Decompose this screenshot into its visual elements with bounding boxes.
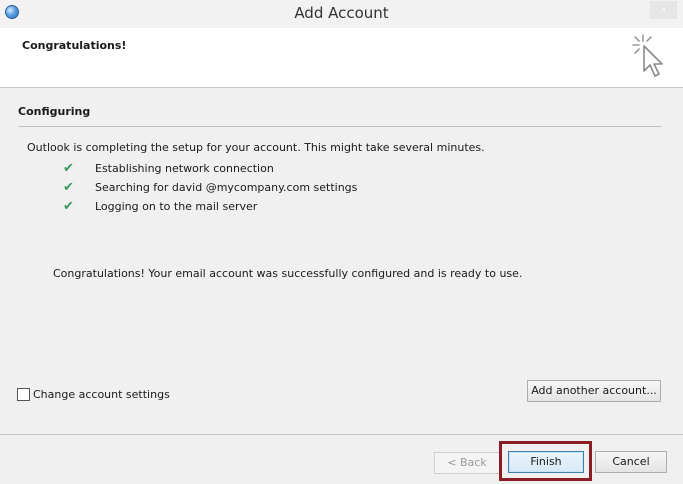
success-message: Congratulations! Your email account was …: [53, 267, 523, 280]
header-title: Congratulations!: [22, 39, 127, 52]
list-item: ✔ Logging on to the mail server: [63, 199, 257, 215]
list-item: ✔ Searching for david @mycompany.com sett…: [63, 180, 357, 196]
back-button[interactable]: < Back: [434, 452, 500, 474]
list-item: ✔ Establishing network connection: [63, 161, 274, 177]
step-label: Searching for david @mycompany.com setti…: [95, 181, 358, 194]
change-settings-label[interactable]: Change account settings: [33, 388, 170, 401]
section-title: Configuring: [18, 105, 91, 118]
title-bar: Add Account ✕: [0, 0, 683, 28]
change-settings-row[interactable]: Change account settings: [17, 387, 170, 403]
change-settings-checkbox[interactable]: [17, 387, 30, 401]
cursor-click-icon: [632, 34, 663, 77]
header-panel: Congratulations!: [0, 28, 683, 88]
footer: < Back Finish Cancel: [0, 434, 683, 484]
intro-text: Outlook is completing the setup for your…: [27, 141, 485, 154]
finish-button[interactable]: Finish: [508, 451, 584, 473]
checkmark-icon: ✔: [63, 161, 74, 176]
add-another-account-button[interactable]: Add another account...: [527, 380, 661, 402]
cancel-button[interactable]: Cancel: [595, 451, 667, 473]
checkmark-icon: ✔: [63, 180, 74, 195]
close-button[interactable]: ✕: [650, 1, 677, 19]
section-divider: [18, 126, 662, 127]
step-label: Logging on to the mail server: [95, 200, 258, 213]
close-icon: ✕: [658, 3, 669, 17]
window-title: Add Account: [294, 4, 389, 22]
step-label: Establishing network connection: [95, 162, 274, 175]
checkmark-icon: ✔: [63, 199, 74, 214]
configuring-panel: Configuring Outlook is completing the se…: [0, 89, 683, 434]
